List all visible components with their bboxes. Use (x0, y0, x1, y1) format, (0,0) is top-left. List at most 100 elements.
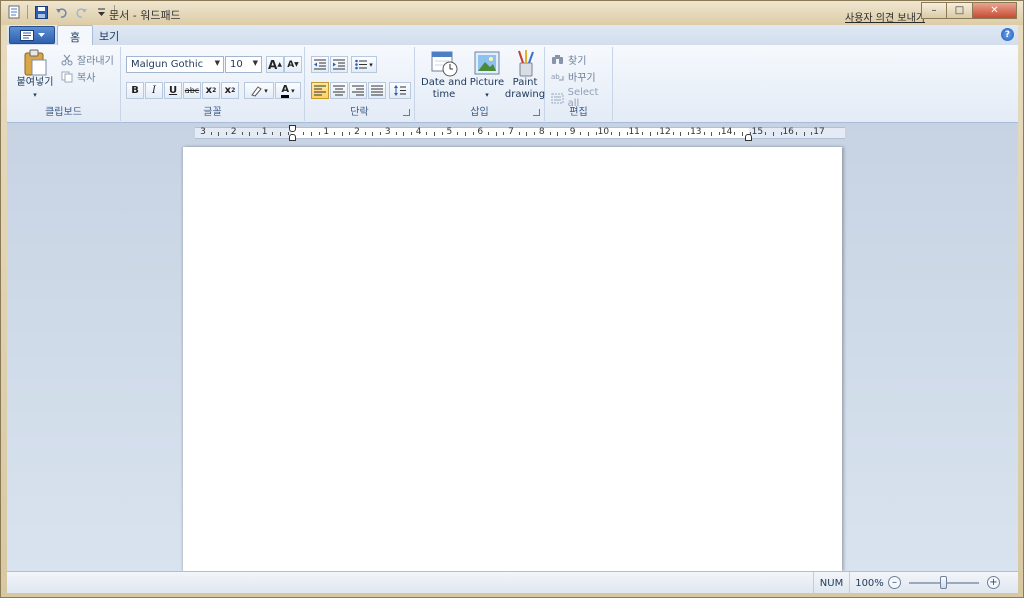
zoom-out-button[interactable]: – (888, 576, 901, 589)
chevron-down-icon: ▼ (214, 59, 220, 67)
paste-button[interactable]: 붙여넣기 ▾ (11, 49, 59, 101)
strikethrough-button[interactable]: abc (183, 82, 201, 99)
date-and-time-button[interactable]: Date and time (421, 49, 467, 101)
copy-button[interactable]: 복사 (61, 69, 95, 84)
decrease-indent-button[interactable] (311, 56, 329, 73)
ruler-tick (611, 132, 613, 135)
bold-button[interactable]: B (126, 82, 144, 99)
ruler-tick (641, 132, 643, 135)
underline-button[interactable]: U (164, 82, 182, 99)
ruler-tick (718, 132, 720, 135)
increase-indent-button[interactable] (330, 56, 348, 73)
ruler-tick (749, 132, 751, 135)
find-button[interactable]: 찾기 (551, 52, 586, 67)
grow-font-button[interactable]: A ▲ (266, 56, 284, 73)
ruler-tick (272, 132, 274, 135)
copy-icon (61, 71, 73, 82)
subscript-button[interactable]: x2 (202, 82, 220, 99)
window-controls: – □ ✕ (921, 2, 1017, 19)
ruler-tick (333, 132, 335, 135)
ruler-tick (765, 132, 767, 135)
ruler-number: 14 (720, 127, 733, 137)
ruler-number: 16 (782, 127, 794, 137)
document-page[interactable] (183, 147, 842, 571)
svg-text:ab: ab (551, 73, 560, 81)
line-spacing-icon (394, 85, 406, 96)
align-left-button[interactable] (311, 82, 329, 99)
ruler-tick (780, 132, 782, 135)
paint-drawing-button[interactable]: Paint drawing (504, 49, 546, 101)
ruler-number: 17 (813, 127, 825, 137)
cut-button[interactable]: 잘라내기 (61, 52, 114, 67)
application-menu-button[interactable] (9, 26, 55, 44)
italic-button[interactable]: I (145, 82, 163, 99)
decrease-indent-icon (314, 59, 326, 70)
send-feedback-link[interactable]: 사용자 의견 보내기 (845, 9, 925, 24)
list-button[interactable]: ▾ (351, 56, 377, 73)
wordpad-app-icon[interactable] (7, 5, 21, 19)
tab-view[interactable]: 보기 (87, 25, 131, 45)
ruler-tick (742, 132, 743, 136)
ruler-tick (241, 132, 243, 135)
zoom-in-button[interactable]: + (987, 576, 1000, 589)
document-area: 3 2 1 1 2 3 4 5 6 7 8 9 10 11 12 13 14 15 16 17 (7, 123, 1018, 571)
ribbon-tab-row: 홈 보기 ? (7, 25, 1018, 45)
replace-button[interactable]: ab 바꾸기 (551, 69, 596, 84)
line-spacing-button[interactable] (389, 82, 411, 99)
customize-qat-icon[interactable] (94, 5, 108, 19)
ruler-tick (811, 132, 813, 135)
picture-label: Picture (469, 77, 505, 88)
ruler-tick (518, 132, 520, 135)
insert-dialog-launcher[interactable] (533, 109, 540, 116)
align-center-button[interactable] (330, 82, 348, 99)
ruler-tick (688, 132, 690, 135)
highlight-color-button[interactable]: ▾ (244, 82, 274, 99)
ruler-number: 12 (659, 127, 671, 137)
ruler-left-margin (195, 128, 292, 138)
ruler-right-margin (749, 128, 845, 138)
ruler-tick (218, 132, 220, 136)
zoom-slider-thumb[interactable] (940, 576, 947, 589)
minimize-button[interactable]: – (921, 2, 947, 19)
ruler-tick (410, 132, 412, 135)
binoculars-icon (552, 55, 563, 64)
editing-group: 찾기 ab 바꾸기 Select all 편집 (545, 47, 613, 121)
ruler-tick (472, 132, 474, 135)
shrink-font-button[interactable]: A ▼ (284, 56, 302, 73)
quick-access-toolbar (7, 5, 115, 19)
align-left-icon (314, 85, 326, 96)
font-family-select[interactable]: Malgun Gothic ▼ (126, 56, 224, 73)
first-line-indent-marker[interactable] (289, 125, 296, 132)
hanging-indent-marker[interactable] (289, 134, 296, 141)
ruler-tick (349, 132, 351, 135)
ruler-tick (526, 132, 528, 136)
ruler-tick (649, 132, 651, 136)
maximize-button[interactable]: □ (947, 2, 973, 19)
chevron-down-icon: ▼ (252, 59, 258, 67)
ruler[interactable]: 3 2 1 1 2 3 4 5 6 7 8 9 10 11 12 13 14 15 16 17 (195, 125, 845, 141)
undo-icon[interactable] (54, 5, 68, 19)
qat-separator (27, 5, 28, 19)
ruler-tick (711, 132, 713, 136)
redo-icon[interactable] (74, 5, 88, 19)
help-icon[interactable]: ? (1001, 28, 1014, 41)
ruler-tick (595, 132, 597, 135)
align-right-button[interactable] (349, 82, 367, 99)
paragraph-dialog-launcher[interactable] (403, 109, 410, 116)
paint-label-2: drawing (504, 89, 546, 100)
justify-button[interactable] (368, 82, 386, 99)
zoom-level[interactable]: 100% (849, 572, 889, 594)
save-icon[interactable] (34, 5, 48, 19)
paste-dropdown-arrow[interactable]: ▾ (33, 89, 37, 101)
chevron-down-icon: ▾ (369, 60, 373, 69)
picture-button[interactable]: Picture ▾ (467, 49, 507, 101)
superscript-button[interactable]: x2 (221, 82, 239, 99)
text-color-button[interactable]: A ▾ (275, 82, 301, 99)
font-size-select[interactable]: 10 ▼ (225, 56, 262, 73)
grow-font-label: A (268, 57, 278, 72)
justify-icon (371, 85, 383, 96)
close-button[interactable]: ✕ (973, 2, 1017, 19)
paragraph-group: ▾ 단락 (305, 47, 415, 121)
ruler-number: 2 (354, 127, 360, 137)
ruler-tick (803, 132, 805, 136)
